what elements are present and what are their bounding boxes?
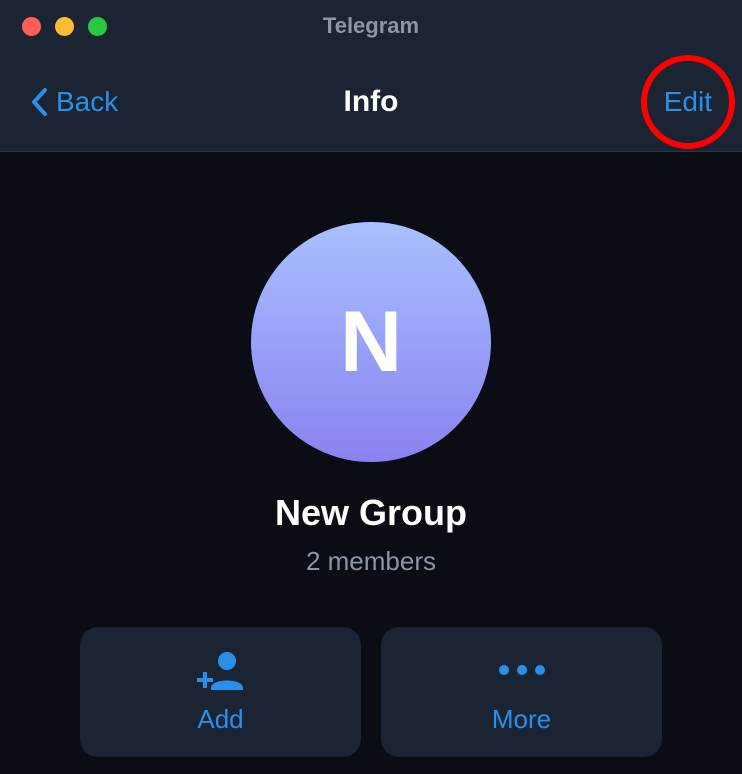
edit-button[interactable]: Edit bbox=[664, 86, 712, 118]
app-title: Telegram bbox=[323, 13, 419, 39]
maximize-window-button[interactable] bbox=[88, 17, 107, 36]
window-titlebar: Telegram bbox=[0, 0, 742, 52]
group-name: New Group bbox=[275, 492, 467, 534]
close-window-button[interactable] bbox=[22, 17, 41, 36]
edit-label: Edit bbox=[664, 86, 712, 117]
more-icon bbox=[498, 650, 546, 690]
add-label: Add bbox=[197, 704, 243, 735]
page-title: Info bbox=[344, 85, 399, 119]
minimize-window-button[interactable] bbox=[55, 17, 74, 36]
action-buttons-row: Add More bbox=[0, 627, 742, 757]
member-count: 2 members bbox=[306, 546, 436, 577]
avatar-letter: N bbox=[340, 293, 402, 392]
more-label: More bbox=[492, 704, 551, 735]
add-button[interactable]: Add bbox=[80, 627, 361, 757]
traffic-lights bbox=[22, 17, 107, 36]
chevron-left-icon bbox=[30, 87, 48, 117]
add-user-icon bbox=[197, 650, 245, 690]
back-button[interactable]: Back bbox=[30, 86, 118, 118]
group-avatar[interactable]: N bbox=[251, 222, 491, 462]
more-button[interactable]: More bbox=[381, 627, 662, 757]
content-area: N New Group 2 members Add bbox=[0, 152, 742, 757]
navigation-header: Back Info Edit bbox=[0, 52, 742, 152]
back-label: Back bbox=[56, 86, 118, 118]
